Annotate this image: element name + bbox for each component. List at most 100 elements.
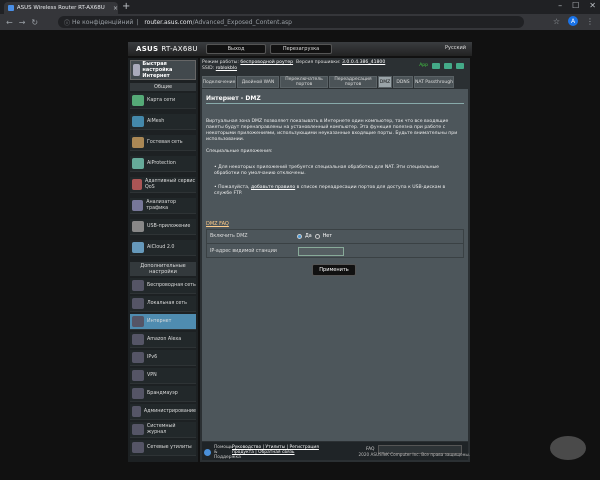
url-host: router.asus.com <box>144 18 193 26</box>
router-header: ASUS RT-AX68U Выход Перезагрузка Русский <box>128 42 472 56</box>
general-section-title: Общие <box>130 83 196 91</box>
dmz-settings-table: Включить DMZ Да Нет IP-адрес видимой ста… <box>206 229 464 258</box>
dmz-description: Виртуальная зона DMZ позволяет показыват… <box>206 119 458 142</box>
sidebar-item-general[interactable]: Карта сети <box>130 93 196 109</box>
ssid-link[interactable]: roblokblo <box>216 66 237 71</box>
menu-item-icon <box>132 388 144 399</box>
help-icon <box>204 449 211 456</box>
menu-item-icon <box>132 298 144 309</box>
quick-setup-button[interactable]: Быстрая настройка Интернет <box>130 60 196 80</box>
not-secure-icon[interactable]: ⓘ <box>64 18 70 27</box>
footer: Помощь & Поддержка Руководство | Утилиты… <box>202 442 468 460</box>
footer-links[interactable]: Руководство | Утилиты | Регистрация проду… <box>232 445 319 455</box>
menu-item-icon <box>132 316 144 327</box>
logout-button[interactable]: Выход <box>206 44 266 54</box>
add-rule-link[interactable]: добавьте правило <box>251 185 295 190</box>
sidebar-item-advanced[interactable]: Amazon Alexa <box>130 332 196 348</box>
sidebar-item-general[interactable]: AiProtection <box>130 156 196 172</box>
app-label[interactable]: App <box>419 63 428 69</box>
back-icon[interactable]: ← <box>6 18 13 27</box>
menu-item-icon <box>132 116 144 127</box>
sidebar-item-advanced[interactable]: Системный журнал <box>130 422 196 438</box>
sidebar-item-general[interactable]: USB-приложение <box>130 219 196 235</box>
sidebar-item-advanced[interactable]: Администрирование <box>130 404 196 420</box>
sidebar-item-general[interactable]: AiMesh <box>130 114 196 130</box>
sidebar-item-advanced[interactable]: Локальная сеть <box>130 296 196 312</box>
dmz-yes-radio[interactable] <box>297 234 302 239</box>
menu-item-icon <box>132 406 141 417</box>
usb-status-icon[interactable] <box>444 63 452 69</box>
tab-item[interactable]: DMZ <box>378 76 392 88</box>
menu-item-icon <box>132 370 144 381</box>
sidebar-item-general[interactable]: AiCloud 2.0 <box>130 240 196 256</box>
menu-item-icon <box>132 352 144 363</box>
sidebar-item-label: AiProtection <box>147 160 176 166</box>
url-path: /Advanced_Exposed_Content.asp <box>192 18 292 26</box>
sidebar-item-advanced[interactable]: Брандмауэр <box>130 386 196 402</box>
sidebar-item-advanced[interactable]: Беспроводная сеть <box>130 278 196 294</box>
minimize-icon[interactable]: – <box>558 1 562 10</box>
sidebar-item-label: Администрирование <box>143 408 196 414</box>
tab-item[interactable]: Переадресация портов <box>329 76 377 88</box>
sidebar-item-label: AiMesh <box>147 118 165 124</box>
mode-link[interactable]: беспроводной роутер <box>240 60 293 65</box>
sidebar-item-label: Локальная сеть <box>147 300 187 306</box>
not-secure-label: Не конфіденційний <box>72 18 134 26</box>
copyright: 2020 ASUSTeK Computer Inc. Все права защ… <box>358 452 471 457</box>
forward-icon[interactable]: → <box>19 18 26 27</box>
tab-item[interactable]: Подключение <box>202 76 236 88</box>
close-window-icon[interactable]: ✕ <box>589 1 596 10</box>
browser-menu-icon[interactable]: ⋮ <box>586 17 594 26</box>
title-divider <box>206 103 464 104</box>
browser-tab[interactable]: ASUS Wireless Router RT-AX68U × <box>4 2 118 14</box>
dmz-faq-link[interactable]: DMZ FAQ <box>206 221 229 227</box>
new-tab-button[interactable]: + <box>122 1 130 12</box>
wifi-status-icon[interactable] <box>432 63 440 69</box>
sidebar-item-advanced[interactable]: Сетевые утилиты <box>130 440 196 456</box>
sidebar-item-advanced[interactable]: VPN <box>130 368 196 384</box>
window-controls: – ☐ ✕ <box>558 1 596 10</box>
menu-item-icon <box>132 200 144 211</box>
maximize-icon[interactable]: ☐ <box>572 1 579 10</box>
ip-label: IP-адрес видимой станции <box>210 248 277 254</box>
reboot-button[interactable]: Перезагрузка <box>270 44 332 54</box>
profile-avatar[interactable]: A <box>568 16 578 26</box>
bullet-nat: • Для некоторых приложений требуется спе… <box>214 165 439 176</box>
bookmark-star-icon[interactable]: ☆ <box>553 17 560 26</box>
tab-item[interactable]: Переключатель портов <box>280 76 328 88</box>
browser-window: ASUS Wireless Router RT-AX68U × + – ☐ ✕ … <box>0 0 600 480</box>
tab-item[interactable]: DDNS <box>393 76 413 88</box>
firmware-link[interactable]: 3.0.0.4.386_41800 <box>342 60 385 65</box>
sidebar-item-label: Адаптивный сервис QoS <box>144 179 196 190</box>
asus-logo: ASUS RT-AX68U <box>136 45 198 53</box>
sidebar-item-label: Системный журнал <box>146 424 176 435</box>
ip-input[interactable] <box>298 246 344 256</box>
close-tab-icon[interactable]: × <box>113 5 118 12</box>
language-select[interactable]: Русский <box>445 45 466 51</box>
content-area: Интернет - DMZ Виртуальная зона DMZ позв… <box>202 89 468 441</box>
apply-button[interactable]: Применить <box>312 264 356 276</box>
sidebar-item-general[interactable]: Гостевая сеть <box>130 135 196 151</box>
sidebar-item-advanced[interactable]: IPv6 <box>130 350 196 366</box>
menu-item-icon <box>132 242 144 253</box>
sidebar-item-label: Сетевые утилиты <box>147 444 192 450</box>
address-bar-row: ← → ↻ ⓘ Не конфіденційний | router.asus.… <box>0 14 600 30</box>
tab-item[interactable]: NAT Passthrough <box>414 76 454 88</box>
bullet-ftp: • Пожалуйста, добавьте правило в список … <box>214 185 446 196</box>
favicon-icon <box>8 5 14 11</box>
sidebar-item-general[interactable]: Анализатор трафика <box>130 198 196 214</box>
sidebar-item-general[interactable]: Адаптивный сервис QoS <box>130 177 196 193</box>
dmz-no-radio[interactable] <box>314 234 320 239</box>
sidebar-item-label: Беспроводная сеть <box>147 282 196 288</box>
internet-status-icon[interactable] <box>456 63 464 69</box>
menu-item-icon <box>132 221 144 232</box>
router-ui: ASUS RT-AX68U Выход Перезагрузка Русский … <box>128 42 472 462</box>
page-viewport: ASUS RT-AX68U Выход Перезагрузка Русский … <box>0 30 600 480</box>
tab-item[interactable]: Двойной WAN <box>237 76 279 88</box>
sidebar-item-advanced[interactable]: Интернет <box>130 314 196 330</box>
reload-icon[interactable]: ↻ <box>31 18 38 27</box>
menu-item-icon <box>132 442 144 453</box>
main-panel: Режим работы: беспроводной роутер Версия… <box>200 58 470 462</box>
watermark-logo <box>550 436 586 460</box>
url-input[interactable]: ⓘ Не конфіденційний | router.asus.com/Ad… <box>58 16 524 28</box>
